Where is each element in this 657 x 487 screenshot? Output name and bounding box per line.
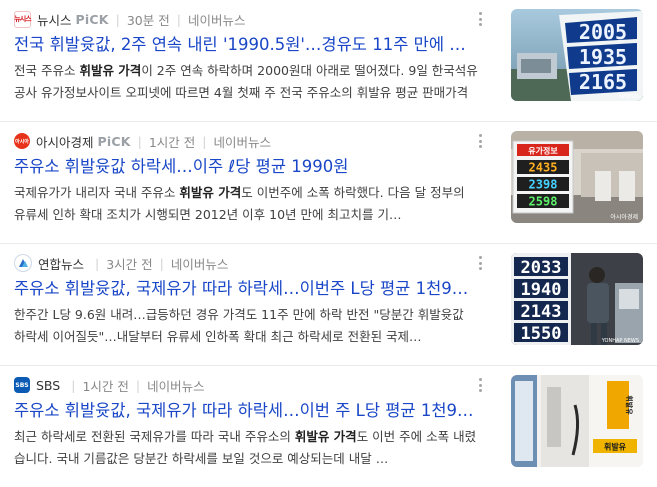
photo-credit: YONHAP NEWS — [601, 338, 639, 344]
newsis-logo-icon[interactable]: 뉴시스 — [14, 10, 32, 28]
more-options-icon[interactable] — [476, 132, 484, 150]
article-title-link[interactable]: 주유소 휘발윳값, 국제유가 따라 하락세…이번주 L당 평균 1천990원 — [14, 278, 476, 300]
press-name[interactable]: 뉴시스 — [37, 10, 72, 29]
summary-keyword: 휘발유 가격 — [179, 185, 242, 200]
portal-link[interactable]: 네이버뉴스 — [171, 254, 229, 273]
summary-text: 한주간 L당 9.6원 내려…급등하던 경유 가격도 11주 만에 하락 반전 … — [14, 307, 464, 344]
press-name[interactable]: 아시아경제 — [36, 132, 94, 151]
price-display: 1550 — [521, 324, 562, 344]
price-display: 1935 — [579, 45, 627, 69]
photo-credit: 아시아경제 — [610, 213, 638, 221]
article-time: 1시간 전 — [82, 378, 129, 394]
separator: | — [202, 133, 207, 149]
price-display: 2165 — [579, 70, 627, 94]
asiae-logo-icon[interactable]: 아시아 — [14, 133, 30, 149]
summary-text: 최근 하락세로 전환된 국제유가를 따라 국내 주유소의 — [14, 429, 295, 444]
news-item: 뉴시스 뉴시스 PiCK | 30분 전 | 네이버뉴스 전국 휘발윳값, 2주… — [0, 0, 657, 121]
article-time: 3시간 전 — [106, 256, 153, 272]
photo-credit: NEWSIS — [619, 94, 639, 100]
article-thumbnail[interactable]: 유가정보 2435 2398 2598 아시아경제 — [511, 131, 643, 223]
price-display: 2005 — [579, 20, 627, 44]
press-name[interactable]: 연합뉴스 — [38, 254, 84, 273]
price-display: 2398 — [529, 178, 558, 192]
news-source-row: 연합뉴스 | 3시간 전 | 네이버뉴스 — [14, 254, 228, 272]
price-display: 2435 — [529, 161, 558, 175]
more-options-icon[interactable] — [476, 10, 484, 28]
price-display: 1940 — [521, 280, 562, 300]
separator: | — [115, 11, 120, 27]
portal-link[interactable]: 네이버뉴스 — [188, 10, 246, 29]
news-item: 아시아 아시아경제 PiCK | 1시간 전 | 네이버뉴스 주유소 휘발윳값 … — [0, 122, 657, 243]
portal-link[interactable]: 네이버뉴스 — [147, 376, 205, 395]
article-thumbnail[interactable]: 2005 1935 2165 NEWSIS — [511, 9, 643, 101]
pump-label: 휘발유 — [625, 395, 634, 415]
article-thumbnail[interactable]: 2033 1940 2143 1550 YONHAP NEWS — [511, 253, 643, 345]
price-display: 2143 — [521, 302, 562, 322]
news-item: 연합뉴스 | 3시간 전 | 네이버뉴스 주유소 휘발윳값, 국제유가 따라 하… — [0, 244, 657, 365]
summary-text: 전국 주유소 — [14, 63, 80, 78]
summary-keyword: 휘발유 가격 — [294, 429, 357, 444]
portal-link[interactable]: 네이버뉴스 — [214, 132, 272, 151]
yonhap-logo-icon[interactable] — [14, 254, 32, 272]
pick-badge: PiCK — [97, 133, 131, 149]
article-summary[interactable]: 전국 주유소 휘발유 가격이 2주 연속 하락하며 2000원대 아래로 떨어졌… — [14, 60, 478, 104]
price-display: 2033 — [521, 258, 562, 278]
separator: | — [71, 377, 76, 393]
news-source-row: 아시아 아시아경제 PiCK | 1시간 전 | 네이버뉴스 — [14, 132, 271, 150]
news-source-row: 뉴시스 뉴시스 PiCK | 30분 전 | 네이버뉴스 — [14, 10, 245, 28]
article-title-link[interactable]: 주유소 휘발윳값 하락세…이주 ℓ당 평균 1990원 — [14, 156, 476, 178]
separator: | — [135, 377, 141, 393]
article-thumbnail[interactable]: 휘발유 휘발유 — [511, 375, 643, 467]
pump-label: 휘발유 — [604, 442, 627, 452]
press-name[interactable]: SBS — [36, 378, 60, 393]
more-options-icon[interactable] — [476, 376, 484, 394]
news-feed: 뉴시스 뉴시스 PiCK | 30분 전 | 네이버뉴스 전국 휘발윳값, 2주… — [0, 0, 657, 486]
separator: | — [176, 11, 181, 27]
news-source-row: SBS SBS | 1시간 전 | 네이버뉴스 — [14, 376, 205, 394]
article-time: 1시간 전 — [148, 134, 196, 150]
article-title-link[interactable]: 전국 휘발윳값, 2주 연속 내린 '1990.5원'…경유도 11주 만에 하… — [14, 34, 476, 56]
article-time: 30분 전 — [126, 12, 170, 28]
more-options-icon[interactable] — [476, 254, 484, 272]
article-title-link[interactable]: 주유소 휘발윳값, 국제유가 따라 하락세…이번 주 L당 평균 1천990원 — [14, 400, 476, 422]
article-summary[interactable]: 국제유가가 내리자 국내 주유소 휘발유 가격도 이번주에 소폭 하락했다. 다… — [14, 182, 478, 226]
separator: | — [159, 255, 164, 271]
summary-text: 국제유가가 내리자 국내 주유소 — [14, 185, 180, 200]
summary-keyword: 휘발유 가격 — [79, 63, 142, 78]
price-display: 2598 — [529, 195, 558, 209]
separator: | — [95, 255, 100, 271]
article-summary[interactable]: 한주간 L당 9.6원 내려…급등하던 경유 가격도 11주 만에 하락 반전 … — [14, 304, 478, 348]
news-item: SBS SBS | 1시간 전 | 네이버뉴스 주유소 휘발윳값, 국제유가 따… — [0, 366, 657, 487]
pick-badge: PiCK — [75, 11, 109, 27]
article-summary[interactable]: 최근 하락세로 전환된 국제유가를 따라 국내 주유소의 휘발유 가격도 이번 … — [14, 426, 478, 470]
sign-title: 유가정보 — [528, 146, 558, 156]
sbs-logo-icon[interactable]: SBS — [14, 377, 30, 393]
separator: | — [137, 133, 142, 149]
